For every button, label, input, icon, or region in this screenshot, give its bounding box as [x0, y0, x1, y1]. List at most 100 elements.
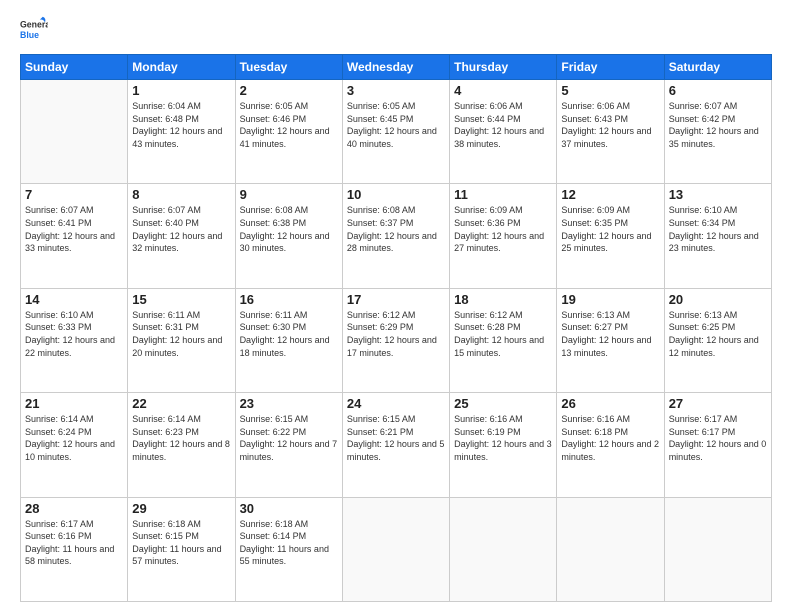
day-cell: 15 Sunrise: 6:11 AMSunset: 6:31 PMDayligh… — [128, 288, 235, 392]
day-cell: 10Sunrise: 6:08 AMSunset: 6:37 PMDayligh… — [342, 184, 449, 288]
day-info: Sunrise: 6:15 AMSunset: 6:22 PMDaylight:… — [240, 413, 338, 463]
day-info: Sunrise: 6:09 AMSunset: 6:35 PMDaylight:… — [561, 204, 659, 254]
day-number: 30 — [240, 501, 338, 516]
day-number: 25 — [454, 396, 552, 411]
week-row-1: 1 Sunrise: 6:04 AMSunset: 6:48 PMDaylight… — [21, 80, 772, 184]
day-cell: 25 Sunrise: 6:16 AMSunset: 6:19 PMDayligh… — [450, 393, 557, 497]
day-info: Sunrise: 6:05 AMSunset: 6:45 PMDaylight:… — [347, 100, 445, 150]
day-info: Sunrise: 6:17 AMSunset: 6:16 PMDaylight:… — [25, 518, 123, 568]
day-info: Sunrise: 6:12 AMSunset: 6:29 PMDaylight:… — [347, 309, 445, 359]
day-info: Sunrise: 6:08 AMSunset: 6:37 PMDaylight:… — [347, 204, 445, 254]
week-row-4: 21Sunrise: 6:14 AMSunset: 6:24 PMDayligh… — [21, 393, 772, 497]
day-number: 17 — [347, 292, 445, 307]
day-info: Sunrise: 6:14 AMSunset: 6:23 PMDaylight:… — [132, 413, 230, 463]
weekday-header-sunday: Sunday — [21, 55, 128, 80]
day-info: Sunrise: 6:09 AMSunset: 6:36 PMDaylight:… — [454, 204, 552, 254]
day-cell — [342, 497, 449, 601]
day-info: Sunrise: 6:05 AMSunset: 6:46 PMDaylight:… — [240, 100, 338, 150]
day-info: Sunrise: 6:12 AMSunset: 6:28 PMDaylight:… — [454, 309, 552, 359]
day-cell: 12 Sunrise: 6:09 AMSunset: 6:35 PMDayligh… — [557, 184, 664, 288]
day-cell — [450, 497, 557, 601]
day-info: Sunrise: 6:04 AMSunset: 6:48 PMDaylight:… — [132, 100, 230, 150]
day-number: 7 — [25, 187, 123, 202]
day-number: 12 — [561, 187, 659, 202]
page: General Blue SundayMondayTuesdayWednesda… — [0, 0, 792, 612]
day-cell: 20Sunrise: 6:13 AMSunset: 6:25 PMDayligh… — [664, 288, 771, 392]
day-number: 11 — [454, 187, 552, 202]
day-number: 2 — [240, 83, 338, 98]
weekday-header-monday: Monday — [128, 55, 235, 80]
day-info: Sunrise: 6:18 AMSunset: 6:14 PMDaylight:… — [240, 518, 338, 568]
day-cell: 27 Sunrise: 6:17 AMSunset: 6:17 PMDayligh… — [664, 393, 771, 497]
day-number: 9 — [240, 187, 338, 202]
day-cell: 19 Sunrise: 6:13 AMSunset: 6:27 PMDayligh… — [557, 288, 664, 392]
day-info: Sunrise: 6:17 AMSunset: 6:17 PMDaylight:… — [669, 413, 767, 463]
weekday-header-saturday: Saturday — [664, 55, 771, 80]
day-cell: 29 Sunrise: 6:18 AMSunset: 6:15 PMDayligh… — [128, 497, 235, 601]
day-info: Sunrise: 6:13 AMSunset: 6:27 PMDaylight:… — [561, 309, 659, 359]
weekday-header-friday: Friday — [557, 55, 664, 80]
day-info: Sunrise: 6:07 AMSunset: 6:42 PMDaylight:… — [669, 100, 767, 150]
header: General Blue — [20, 16, 772, 44]
day-cell — [557, 497, 664, 601]
day-number: 23 — [240, 396, 338, 411]
svg-text:General: General — [20, 19, 48, 29]
day-number: 15 — [132, 292, 230, 307]
day-cell: 14 Sunrise: 6:10 AMSunset: 6:33 PMDayligh… — [21, 288, 128, 392]
day-number: 5 — [561, 83, 659, 98]
day-number: 24 — [347, 396, 445, 411]
day-cell — [21, 80, 128, 184]
week-row-2: 7 Sunrise: 6:07 AMSunset: 6:41 PMDaylight… — [21, 184, 772, 288]
day-info: Sunrise: 6:16 AMSunset: 6:19 PMDaylight:… — [454, 413, 552, 463]
day-number: 16 — [240, 292, 338, 307]
day-cell: 26Sunrise: 6:16 AMSunset: 6:18 PMDayligh… — [557, 393, 664, 497]
day-info: Sunrise: 6:11 AMSunset: 6:31 PMDaylight:… — [132, 309, 230, 359]
day-cell: 22 Sunrise: 6:14 AMSunset: 6:23 PMDayligh… — [128, 393, 235, 497]
day-cell: 1 Sunrise: 6:04 AMSunset: 6:48 PMDaylight… — [128, 80, 235, 184]
day-number: 1 — [132, 83, 230, 98]
day-number: 29 — [132, 501, 230, 516]
day-info: Sunrise: 6:06 AMSunset: 6:43 PMDaylight:… — [561, 100, 659, 150]
day-info: Sunrise: 6:18 AMSunset: 6:15 PMDaylight:… — [132, 518, 230, 568]
day-cell: 21Sunrise: 6:14 AMSunset: 6:24 PMDayligh… — [21, 393, 128, 497]
day-cell — [664, 497, 771, 601]
day-cell: 5 Sunrise: 6:06 AMSunset: 6:43 PMDaylight… — [557, 80, 664, 184]
day-cell: 16 Sunrise: 6:11 AMSunset: 6:30 PMDayligh… — [235, 288, 342, 392]
day-number: 8 — [132, 187, 230, 202]
day-info: Sunrise: 6:06 AMSunset: 6:44 PMDaylight:… — [454, 100, 552, 150]
logo-icon: General Blue — [20, 16, 48, 44]
weekday-header-row: SundayMondayTuesdayWednesdayThursdayFrid… — [21, 55, 772, 80]
week-row-5: 28 Sunrise: 6:17 AMSunset: 6:16 PMDayligh… — [21, 497, 772, 601]
day-cell: 9 Sunrise: 6:08 AMSunset: 6:38 PMDaylight… — [235, 184, 342, 288]
weekday-header-thursday: Thursday — [450, 55, 557, 80]
day-info: Sunrise: 6:10 AMSunset: 6:33 PMDaylight:… — [25, 309, 123, 359]
day-number: 14 — [25, 292, 123, 307]
day-info: Sunrise: 6:08 AMSunset: 6:38 PMDaylight:… — [240, 204, 338, 254]
day-info: Sunrise: 6:11 AMSunset: 6:30 PMDaylight:… — [240, 309, 338, 359]
day-cell: 7 Sunrise: 6:07 AMSunset: 6:41 PMDaylight… — [21, 184, 128, 288]
day-number: 26 — [561, 396, 659, 411]
day-cell: 8 Sunrise: 6:07 AMSunset: 6:40 PMDaylight… — [128, 184, 235, 288]
day-cell: 28 Sunrise: 6:17 AMSunset: 6:16 PMDayligh… — [21, 497, 128, 601]
svg-text:Blue: Blue — [20, 30, 39, 40]
day-cell: 3Sunrise: 6:05 AMSunset: 6:45 PMDaylight… — [342, 80, 449, 184]
day-number: 6 — [669, 83, 767, 98]
day-number: 28 — [25, 501, 123, 516]
day-info: Sunrise: 6:07 AMSunset: 6:41 PMDaylight:… — [25, 204, 123, 254]
day-info: Sunrise: 6:10 AMSunset: 6:34 PMDaylight:… — [669, 204, 767, 254]
day-cell: 13 Sunrise: 6:10 AMSunset: 6:34 PMDayligh… — [664, 184, 771, 288]
day-number: 22 — [132, 396, 230, 411]
day-cell: 11 Sunrise: 6:09 AMSunset: 6:36 PMDayligh… — [450, 184, 557, 288]
day-number: 13 — [669, 187, 767, 202]
day-number: 20 — [669, 292, 767, 307]
day-cell: 30 Sunrise: 6:18 AMSunset: 6:14 PMDayligh… — [235, 497, 342, 601]
day-info: Sunrise: 6:14 AMSunset: 6:24 PMDaylight:… — [25, 413, 123, 463]
day-number: 18 — [454, 292, 552, 307]
day-info: Sunrise: 6:07 AMSunset: 6:40 PMDaylight:… — [132, 204, 230, 254]
day-cell: 4Sunrise: 6:06 AMSunset: 6:44 PMDaylight… — [450, 80, 557, 184]
week-row-3: 14 Sunrise: 6:10 AMSunset: 6:33 PMDayligh… — [21, 288, 772, 392]
day-number: 19 — [561, 292, 659, 307]
day-number: 27 — [669, 396, 767, 411]
day-cell: 2 Sunrise: 6:05 AMSunset: 6:46 PMDaylight… — [235, 80, 342, 184]
calendar-table: SundayMondayTuesdayWednesdayThursdayFrid… — [20, 54, 772, 602]
